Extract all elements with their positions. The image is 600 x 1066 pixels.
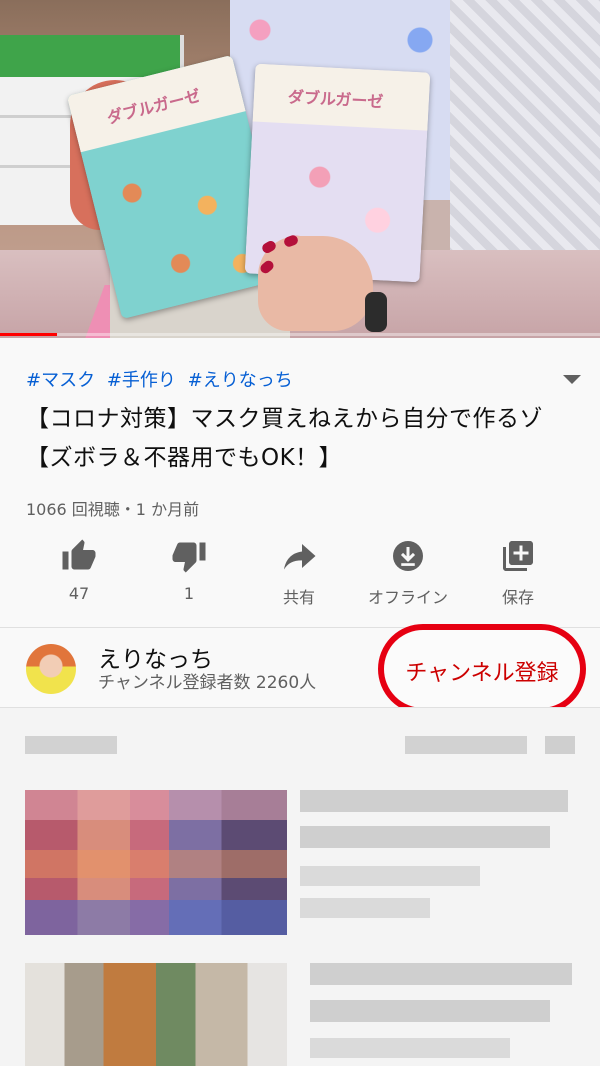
thumbs-down-icon xyxy=(172,542,206,573)
video-info: #マスク #手作り #えりなっち 【コロナ対策】マスク買えねえから自分で作るゾ【… xyxy=(0,338,600,628)
blurred-text xyxy=(545,736,575,754)
dislike-count: 1 xyxy=(183,584,195,603)
hashtag-link[interactable]: #手作り xyxy=(107,370,176,391)
offline-download-button[interactable]: オフライン xyxy=(348,534,468,614)
thumbs-up-icon xyxy=(62,539,96,570)
hashtag-link[interactable]: #えりなっち xyxy=(188,370,293,391)
channel-avatar[interactable] xyxy=(26,644,76,694)
action-bar: 47 1 共有 オフライン 保存 xyxy=(0,534,600,614)
blurred-text xyxy=(300,866,480,886)
blurred-text xyxy=(405,736,527,754)
channel-row[interactable]: えりなっち チャンネル登録者数 2260人 チャンネル登録 xyxy=(0,624,600,714)
share-arrow-icon xyxy=(284,544,316,570)
video-player[interactable]: ダブルガーゼ ダブルガーゼ xyxy=(0,0,600,338)
subscribe-label: チャンネル登録 xyxy=(405,661,559,686)
like-count: 47 xyxy=(68,584,90,603)
blurred-text xyxy=(310,1038,510,1058)
share-label: 共有 xyxy=(282,588,315,607)
blurred-text xyxy=(310,963,572,985)
blurred-text xyxy=(300,826,550,848)
hashtag-list: #マスク #手作り #えりなっち xyxy=(26,366,299,392)
hashtag-link[interactable]: #マスク xyxy=(26,370,95,391)
blurred-text xyxy=(300,790,568,812)
chevron-down-icon[interactable] xyxy=(563,375,581,384)
video-frame-object xyxy=(365,292,387,332)
video-meta: 1066 回視聴・1 か月前 xyxy=(26,500,200,519)
blurred-thumbnail xyxy=(25,963,287,1066)
related-videos-blurred xyxy=(0,708,600,1066)
package-label: ダブルガーゼ xyxy=(287,87,384,112)
blurred-thumbnail xyxy=(25,790,287,935)
subscriber-count: チャンネル登録者数 2260人 xyxy=(98,673,317,693)
blurred-text xyxy=(310,1000,550,1022)
blurred-text xyxy=(300,898,430,918)
progress-bar[interactable] xyxy=(0,333,600,336)
video-title[interactable]: 【コロナ対策】マスク買えねえから自分で作るゾ【ズボラ＆不器用でもOK！】 xyxy=(26,400,571,478)
like-button[interactable]: 47 xyxy=(19,534,139,614)
save-label: 保存 xyxy=(501,588,534,607)
share-button[interactable]: 共有 xyxy=(239,534,359,614)
subscribe-button[interactable]: チャンネル登録 xyxy=(378,624,586,714)
dislike-button[interactable]: 1 xyxy=(129,534,249,614)
download-icon xyxy=(393,541,423,571)
progress-bar-played xyxy=(0,333,57,336)
playlist-add-icon xyxy=(503,541,533,571)
blurred-text xyxy=(25,736,117,754)
save-button[interactable]: 保存 xyxy=(458,534,578,614)
offline-label: オフライン xyxy=(367,588,448,607)
video-frame-hand xyxy=(258,236,373,331)
